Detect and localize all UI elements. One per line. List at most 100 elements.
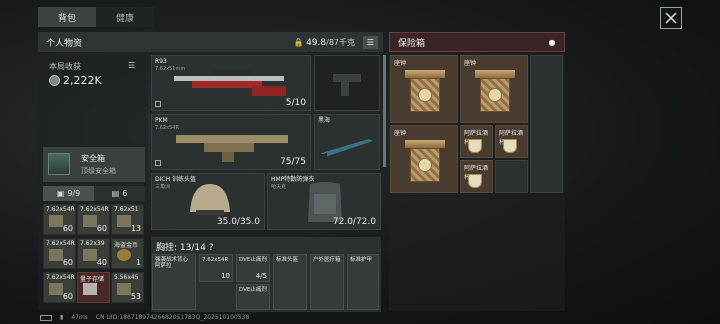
signal-icon: ▮: [60, 314, 64, 321]
chest-item[interactable]: 户外医疗箱: [310, 254, 344, 310]
chest-item[interactable]: 7.62x54R 10: [199, 254, 233, 282]
scrollbar[interactable]: [383, 55, 386, 167]
tab-health[interactable]: 健康: [96, 7, 154, 27]
item-name: 强袭战术背心 阿萨拉: [155, 257, 188, 269]
item-name: DVE止痛剂: [239, 257, 267, 263]
item-name: 7.62x39: [80, 240, 105, 247]
secondary-weapon-slot[interactable]: PKM 7.62x54R 75/75: [151, 114, 311, 170]
cup-icon: [468, 174, 482, 188]
earnings-box: 本局收获 2,222K ☰: [43, 58, 143, 90]
item-qty: 1: [135, 258, 141, 267]
chest-rig-title: 胸挂: 13/14 ?: [156, 243, 214, 253]
close-icon: [665, 12, 677, 24]
close-button[interactable]: [660, 7, 682, 29]
coin-icon: [49, 75, 60, 86]
chest-item[interactable]: 标准护甲: [347, 254, 379, 310]
tab-ammo[interactable]: ▣ 9/9: [43, 186, 94, 201]
weapon-model: PKM: [155, 117, 168, 124]
tab-other[interactable]: ▤ 6: [94, 186, 145, 201]
helmet-name: DICH 训练头盔 三角洲: [155, 176, 196, 191]
clock-icon: [475, 70, 515, 115]
armor-brand: 哈夫克: [271, 184, 287, 190]
user-id: CN UID:18671897426682051783Q_20251010053…: [95, 314, 250, 321]
item-qty: 40: [96, 258, 107, 267]
ammo-item[interactable]: 7.62x54R 60: [43, 204, 76, 235]
item-name: 5.56x45: [114, 274, 139, 281]
item-name: 7.62x54R: [80, 206, 109, 213]
primary-weapon-slot[interactable]: R93 7.62x51mm 5/10: [151, 55, 311, 111]
ammo-box-icon: [49, 249, 63, 261]
safe-box-header: 保险箱 ●: [389, 32, 565, 52]
armor-model: HMP特勤防弹衣: [271, 176, 315, 183]
pistol-slot[interactable]: [314, 55, 380, 111]
ammo-item[interactable]: 7.62x54R 60: [43, 238, 76, 269]
chest-item[interactable]: DVE止痛剂: [236, 284, 270, 310]
earnings-list-icon[interactable]: ☰: [128, 61, 141, 73]
item-qty: 10: [221, 272, 230, 280]
item-sublabel: 阿萨拉: [155, 263, 172, 269]
helmet-brand: 三角洲: [155, 184, 171, 190]
weapon-ammo-count: 75/75: [280, 157, 306, 167]
item-qty: 13: [130, 224, 141, 233]
safe-item[interactable]: 阿萨拉酒杯: [460, 160, 493, 193]
item-name: 座钟: [394, 60, 407, 67]
armor-slot[interactable]: HMP特勤防弹衣 哈夫克 72.0/72.0: [267, 173, 381, 230]
coin-item[interactable]: 海盗金币 1: [111, 238, 144, 269]
ammo-box-icon: [83, 249, 97, 261]
status-bar: ▮ 47ms CN UID:18671897426682051783Q_2025…: [40, 314, 249, 321]
ammo-box-icon: [49, 215, 63, 227]
item-name: 标准头盔: [276, 257, 299, 263]
item-name: DVE止痛剂: [239, 287, 267, 293]
chest-rig-panel: 胸挂: 13/14 ? 强袭战术背心 阿萨拉 7.62x54R 10 DVE止痛剂 4…: [151, 237, 381, 312]
storage-item[interactable]: 量子存储: [77, 272, 110, 303]
chest-item[interactable]: DVE止痛剂 4/5: [236, 254, 270, 282]
pin-icon[interactable]: ●: [546, 36, 558, 48]
safe-item[interactable]: 座钟: [390, 125, 458, 193]
empty-slot[interactable]: [495, 160, 528, 193]
item-name: 户外医疗箱: [313, 257, 341, 263]
weight-readout: 🔒 49.8/87千克: [293, 37, 355, 48]
safe-case[interactable]: 安全箱 顶级安全箱: [43, 147, 145, 182]
pouch-tabs: ▣ 9/9 ▤ 6: [43, 186, 145, 201]
item-name: 7.62x54R: [46, 274, 75, 281]
item-name: 7.62x54R: [46, 206, 75, 213]
tab-backpack[interactable]: 背包: [38, 7, 96, 27]
ammo-box-icon: [83, 215, 97, 227]
item-name: 标准护甲: [350, 257, 373, 263]
item-name: 7.62x54R: [46, 240, 75, 247]
item-qty: 53: [130, 292, 141, 301]
armor-durability: 72.0/72.0: [332, 217, 376, 227]
main-tabs: 背包 健康: [38, 7, 154, 27]
weapon-model: R93: [155, 58, 167, 65]
safe-item[interactable]: 座钟: [460, 55, 528, 123]
personal-header: 个人物资 🔒 49.8/87千克 ☰: [38, 32, 383, 52]
ammo-item[interactable]: 5.56x45 53: [111, 272, 144, 303]
weapon-name: PKM 7.62x54R: [155, 117, 179, 132]
weapon-caliber: 7.62x51mm: [155, 66, 186, 72]
safe-case-title: 安全箱: [81, 154, 105, 163]
item-qty: 60: [62, 224, 73, 233]
helmet-model: DICH 训练头盔: [155, 176, 196, 183]
safe-item[interactable]: 阿萨拉酒杯: [460, 125, 493, 158]
cup-icon: [503, 139, 517, 153]
ammo-item[interactable]: 7.62x51 13: [111, 204, 144, 235]
clock-icon: [405, 140, 445, 185]
item-name: 7.62x54R: [202, 257, 229, 263]
weapon-name: R93 7.62x51mm: [155, 58, 185, 73]
ammo-item[interactable]: 7.62x39 40: [77, 238, 110, 269]
ammo-count: 9/9: [67, 189, 81, 198]
list-icon[interactable]: ☰: [363, 35, 378, 49]
empty-slot[interactable]: [530, 55, 563, 193]
chest-item[interactable]: 标准头盔: [273, 254, 307, 310]
ammo-item[interactable]: 7.62x54R 60: [43, 272, 76, 303]
chest-item[interactable]: 强袭战术背心 阿萨拉: [152, 254, 196, 310]
ammo-item[interactable]: 7.62x54R 60: [77, 204, 110, 235]
safe-item[interactable]: 座钟: [390, 55, 458, 123]
safe-case-icon: [48, 153, 70, 175]
melee-slot[interactable]: 黑海: [314, 114, 380, 170]
helmet-slot[interactable]: DICH 训练头盔 三角洲 35.0/35.0: [151, 173, 265, 230]
earnings-value: 2,222K: [63, 74, 102, 87]
helmet-durability: 35.0/35.0: [216, 217, 260, 227]
safe-item[interactable]: 阿萨拉酒杯: [495, 125, 528, 158]
item-qty: 4/5: [255, 272, 267, 280]
